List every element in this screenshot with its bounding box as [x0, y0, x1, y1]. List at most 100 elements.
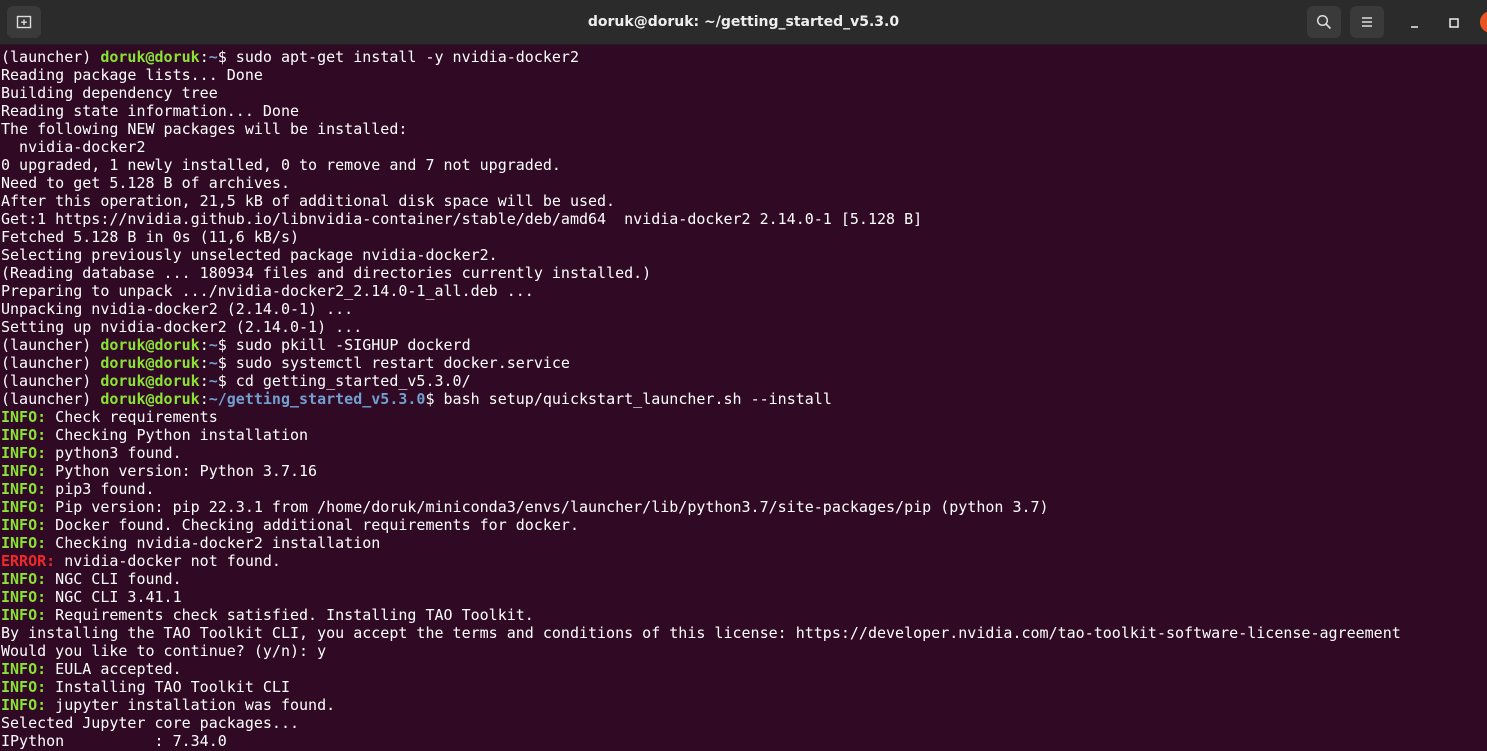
output-text: Setting up nvidia-docker2 (2.14.0-1) ...	[1, 318, 363, 336]
log-message: nvidia-docker not found.	[55, 552, 281, 570]
log-message: Python version: Python 3.7.16	[46, 462, 318, 480]
log-message: Pip version: pip 22.3.1 from /home/doruk…	[46, 498, 1049, 516]
info-tag: INFO:	[1, 678, 47, 696]
prompt-command: $ sudo pkill -SIGHUP dockerd	[217, 336, 471, 354]
prompt-env: (launcher)	[1, 48, 101, 66]
output-text: (Reading database ... 180934 files and d…	[1, 264, 652, 282]
output-text: Building dependency tree	[1, 84, 218, 102]
terminal-line: INFO: Python version: Python 3.7.16	[1, 462, 1487, 480]
log-message: Checking nvidia-docker2 installation	[46, 534, 381, 552]
terminal-line: Would you like to continue? (y/n): y	[1, 642, 1487, 660]
minimize-button[interactable]	[1404, 12, 1426, 34]
output-text: Would you like to continue? (y/n): y	[1, 642, 327, 660]
log-message: NGC CLI 3.41.1	[46, 588, 182, 606]
error-tag: ERROR:	[1, 552, 56, 570]
info-tag: INFO:	[1, 426, 47, 444]
prompt-path: ~	[208, 336, 218, 354]
prompt-command: $ sudo apt-get install -y nvidia-docker2	[217, 48, 579, 66]
terminal-line: INFO: NGC CLI 3.41.1	[1, 588, 1487, 606]
prompt-line: (launcher) doruk@doruk:~/getting_started…	[1, 390, 1487, 408]
terminal-line: Get:1 https://nvidia.github.io/libnvidia…	[1, 210, 1487, 228]
output-text: Selected Jupyter core packages...	[1, 714, 300, 732]
search-button[interactable]	[1307, 6, 1341, 38]
terminal-output[interactable]: (launcher) doruk@doruk:~$ sudo apt-get i…	[1, 48, 1487, 751]
terminal-line: INFO: pip3 found.	[1, 480, 1487, 498]
prompt-line: (launcher) doruk@doruk:~$ cd getting_sta…	[1, 372, 1487, 390]
window-title: doruk@doruk: ~/getting_started_v5.3.0	[587, 14, 900, 30]
prompt-user: doruk@doruk	[100, 390, 200, 408]
output-text: Preparing to unpack .../nvidia-docker2_2…	[1, 282, 534, 300]
output-text: Get:1 https://nvidia.github.io/libnvidia…	[1, 210, 923, 228]
log-message: pip3 found.	[46, 480, 155, 498]
info-tag: INFO:	[1, 696, 47, 714]
terminal-line: INFO: Checking Python installation	[1, 426, 1487, 444]
prompt-path: ~	[208, 372, 218, 390]
output-text: By installing the TAO Toolkit CLI, you a…	[1, 624, 1401, 642]
terminal-line: ERROR: nvidia-docker not found.	[1, 552, 1487, 570]
output-text: Need to get 5.128 B of archives.	[1, 174, 290, 192]
prompt-user: doruk@doruk	[100, 372, 200, 390]
prompt-separator: :	[199, 354, 209, 372]
terminal-line: By installing the TAO Toolkit CLI, you a…	[1, 624, 1487, 642]
output-text: Fetched 5.128 B in 0s (11,6 kB/s)	[1, 228, 300, 246]
prompt-user: doruk@doruk	[100, 48, 200, 66]
info-tag: INFO:	[1, 480, 47, 498]
terminal-line: nvidia-docker2	[1, 138, 1487, 156]
terminal-line: (Reading database ... 180934 files and d…	[1, 264, 1487, 282]
log-message: Check requirements	[46, 408, 218, 426]
terminal-line: INFO: Pip version: pip 22.3.1 from /home…	[1, 498, 1487, 516]
log-message: Docker found. Checking additional requir…	[46, 516, 579, 534]
info-tag: INFO:	[1, 462, 47, 480]
terminal-line: The following NEW packages will be insta…	[1, 120, 1487, 138]
log-message: Requirements check satisfied. Installing…	[46, 606, 534, 624]
terminal-line: Preparing to unpack .../nvidia-docker2_2…	[1, 282, 1487, 300]
info-tag: INFO:	[1, 606, 47, 624]
terminal-line: INFO: Installing TAO Toolkit CLI	[1, 678, 1487, 696]
output-text: The following NEW packages will be insta…	[1, 120, 408, 138]
prompt-env: (launcher)	[1, 372, 101, 390]
info-tag: INFO:	[1, 534, 47, 552]
terminal-line: Fetched 5.128 B in 0s (11,6 kB/s)	[1, 228, 1487, 246]
info-tag: INFO:	[1, 444, 47, 462]
terminal-line: INFO: NGC CLI found.	[1, 570, 1487, 588]
prompt-env: (launcher)	[1, 336, 101, 354]
prompt-separator: :	[199, 372, 209, 390]
prompt-separator: :	[199, 390, 209, 408]
terminal-line: Reading package lists... Done	[1, 66, 1487, 84]
terminal-line: 0 upgraded, 1 newly installed, 0 to remo…	[1, 156, 1487, 174]
info-tag: INFO:	[1, 588, 47, 606]
prompt-command: $ cd getting_started_v5.3.0/	[217, 372, 471, 390]
terminal-line: Reading state information... Done	[1, 102, 1487, 120]
terminal-line: IPython : 7.34.0	[1, 732, 1487, 750]
maximize-button[interactable]	[1443, 12, 1465, 34]
terminal-line: INFO: python3 found.	[1, 444, 1487, 462]
terminal-line: INFO: jupyter installation was found.	[1, 696, 1487, 714]
output-text: Unpacking nvidia-docker2 (2.14.0-1) ...	[1, 300, 354, 318]
log-message: Checking Python installation	[46, 426, 309, 444]
prompt-path: ~	[208, 354, 218, 372]
terminal-line: INFO: Requirements check satisfied. Inst…	[1, 606, 1487, 624]
terminal-line: Selected Jupyter core packages...	[1, 714, 1487, 732]
info-tag: INFO:	[1, 408, 47, 426]
prompt-separator: :	[199, 336, 209, 354]
prompt-line: (launcher) doruk@doruk:~$ sudo apt-get i…	[1, 48, 1487, 66]
log-message: Installing TAO Toolkit CLI	[46, 678, 290, 696]
terminal-line: INFO: Docker found. Checking additional …	[1, 516, 1487, 534]
log-message: python3 found.	[46, 444, 182, 462]
output-text: 0 upgraded, 1 newly installed, 0 to remo…	[1, 156, 561, 174]
prompt-separator: :	[199, 48, 209, 66]
prompt-user: doruk@doruk	[100, 354, 200, 372]
terminal-line: Selecting previously unselected package …	[1, 246, 1487, 264]
output-text: After this operation, 21,5 kB of additio…	[1, 192, 616, 210]
menu-button[interactable]	[1350, 6, 1384, 38]
prompt-user: doruk@doruk	[100, 336, 200, 354]
terminal-line: After this operation, 21,5 kB of additio…	[1, 192, 1487, 210]
log-message: jupyter installation was found.	[46, 696, 336, 714]
info-tag: INFO:	[1, 570, 47, 588]
terminal-line: Need to get 5.128 B of archives.	[1, 174, 1487, 192]
output-text: nvidia-docker2	[1, 138, 146, 156]
log-message: EULA accepted.	[46, 660, 182, 678]
log-message: NGC CLI found.	[46, 570, 182, 588]
prompt-line: (launcher) doruk@doruk:~$ sudo systemctl…	[1, 354, 1487, 372]
prompt-env: (launcher)	[1, 390, 101, 408]
